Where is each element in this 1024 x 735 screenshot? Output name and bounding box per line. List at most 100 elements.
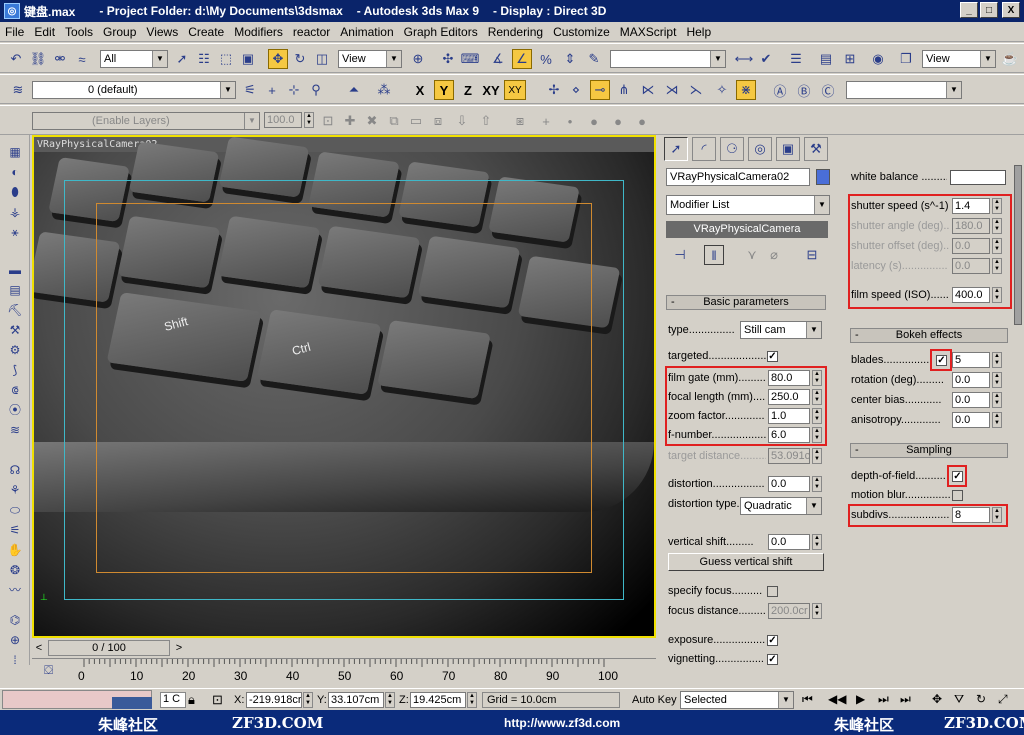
pivot-center-icon[interactable]: ⊕ <box>408 49 428 69</box>
utility-icon[interactable]: ⊕ <box>6 631 24 649</box>
current-layer-select[interactable]: 0 (default) ▼ <box>32 81 236 99</box>
select-rotate-icon[interactable]: ↻ <box>290 49 310 69</box>
create-tab-icon[interactable]: ➚ <box>664 137 688 161</box>
play-icon[interactable]: ▶ <box>856 692 865 706</box>
pan-icon[interactable]: ✥ <box>932 692 942 706</box>
layer-paste-icon[interactable]: ▭ <box>406 111 426 131</box>
bind-spacewarp-icon[interactable]: ≈ <box>72 49 92 69</box>
white-balance-swatch[interactable] <box>950 170 1006 185</box>
basic-parameters-rollout[interactable]: - Basic parameters <box>666 295 826 310</box>
maximize-viewport-icon[interactable]: ⤢ <box>998 692 1008 707</box>
quick-render-icon[interactable]: ☕ <box>1000 49 1020 69</box>
object-name-field[interactable]: VRayPhysicalCamera02 <box>666 168 810 186</box>
window-crossing-icon[interactable]: ▣ <box>238 49 258 69</box>
motion-tab-icon[interactable]: ◎ <box>748 137 772 161</box>
viewport-label[interactable]: VRayPhysicalCamera02 <box>34 137 654 152</box>
modify-tab-icon[interactable]: ◜ <box>692 137 716 161</box>
rotation-spinner[interactable]: ▲ ▼ <box>992 372 1002 388</box>
go-to-end-icon[interactable]: ⏭ <box>900 692 911 707</box>
axis-xy-button[interactable]: XY <box>480 80 502 100</box>
y-coord-spinner[interactable]: ▲ ▼ <box>385 692 395 708</box>
mirror-icon[interactable]: ⟷ <box>734 49 754 69</box>
curve-editor-icon[interactable]: ▤ <box>816 49 836 69</box>
create-box-icon[interactable]: ▦ <box>6 143 24 161</box>
x-coord-input[interactable]: -219.918cr <box>246 692 302 708</box>
align-icon[interactable]: ✔ <box>756 49 776 69</box>
z-coord-spinner[interactable]: ▲ ▼ <box>467 692 477 708</box>
bokeh-effects-rollout[interactable]: - Bokeh effects <box>850 328 1008 343</box>
snap-endpoint-icon[interactable]: ⊸ <box>590 80 610 100</box>
remove-modifier-icon[interactable]: ⌀ <box>764 245 784 265</box>
snap-midpoint-icon[interactable]: ⋔ <box>614 80 634 100</box>
misc-icon[interactable]: ⁞ <box>6 651 24 669</box>
material-editor-icon[interactable]: ◉ <box>868 49 888 69</box>
panel-scrollbar[interactable] <box>1014 165 1022 325</box>
select-scale-icon[interactable]: ◫ <box>312 49 332 69</box>
snap-vertex-icon[interactable]: ⋄ <box>566 80 586 100</box>
orbit-icon[interactable]: ↻ <box>976 692 986 706</box>
modifier-list-select[interactable]: Modifier List ▼ <box>666 195 830 215</box>
time-slider-prev-icon[interactable]: < <box>32 640 46 656</box>
guess-vertical-shift-button[interactable]: Guess vertical shift <box>668 553 824 571</box>
exposure-checkbox[interactable]: ✓ <box>767 635 778 646</box>
menu-rendering[interactable]: Rendering <box>483 25 548 39</box>
next-frame-icon[interactable]: ⏭ <box>878 692 889 707</box>
layer-save-icon[interactable]: ⇩ <box>452 111 472 131</box>
undo-icon[interactable]: ↶ <box>6 49 26 69</box>
menu-maxscript[interactable]: MAXScript <box>615 25 682 39</box>
axis-constraints-icon[interactable]: ⏶ <box>344 80 364 100</box>
distortion-input[interactable]: 0.0 <box>768 476 810 492</box>
menu-animation[interactable]: Animation <box>335 25 398 39</box>
menu-tools[interactable]: Tools <box>60 25 98 39</box>
create-cylinder-icon[interactable]: ⬮ <box>6 183 24 201</box>
make-unique-icon[interactable]: ⋎ <box>742 245 762 265</box>
nurbs-icon[interactable]: ☊ <box>6 461 24 479</box>
axis-z-button[interactable]: Z <box>458 80 478 100</box>
motion-blur-checkbox[interactable] <box>952 490 963 501</box>
axis-x-button[interactable]: X <box>410 80 430 100</box>
x-coord-spinner[interactable]: ▲ ▼ <box>303 692 313 708</box>
select-move-icon[interactable]: ✥ <box>268 49 288 69</box>
helper-icon[interactable]: ▬ <box>6 261 24 279</box>
display-icon[interactable]: ⌬ <box>6 611 24 629</box>
menu-help[interactable]: Help <box>681 25 716 39</box>
named-selection-select[interactable]: ▼ <box>610 50 726 68</box>
utilities-tab-icon[interactable]: ⚒ <box>804 137 828 161</box>
layer-copy-icon[interactable]: ⧉ <box>384 111 404 131</box>
dynamics-icon[interactable]: ⚙ <box>6 341 24 359</box>
target-distance-spinner[interactable]: ▲ ▼ <box>812 448 822 464</box>
time-slider-thumb[interactable]: 0 / 100 <box>48 640 170 656</box>
menu-customize[interactable]: Customize <box>548 25 615 39</box>
set-current-layer-icon[interactable]: ⚲ <box>306 80 326 100</box>
bones-icon[interactable]: ⚟ <box>6 521 24 539</box>
layer-collapse-icon[interactable]: ⧈ <box>428 111 448 131</box>
snap-3d-icon[interactable]: ∡ <box>488 49 508 69</box>
cloth-icon[interactable]: ⬭ <box>6 501 24 519</box>
create-light-icon[interactable]: ⚶ <box>6 203 24 221</box>
menu-create[interactable]: Create <box>183 25 229 39</box>
sampling-rollout[interactable]: - Sampling <box>850 443 1008 458</box>
wave-icon[interactable]: 〰 <box>6 581 24 599</box>
menu-graph-editors[interactable]: Graph Editors <box>399 25 483 39</box>
z-coord-input[interactable]: 19.425cm <box>410 692 466 708</box>
modifier-stack-item[interactable]: VRayPhysicalCamera <box>666 221 828 238</box>
menu-reactor[interactable]: reactor <box>288 25 335 39</box>
schematic-view-icon[interactable]: ⊞ <box>840 49 860 69</box>
layer-dot4-icon[interactable]: ● <box>632 111 652 131</box>
patch-icon[interactable]: ≋ <box>6 421 24 439</box>
angle-snap-icon[interactable]: ∠ <box>512 49 532 69</box>
layer-load-icon[interactable]: ⇧ <box>476 111 496 131</box>
bone-edit-icon[interactable]: Ⓑ <box>794 80 814 100</box>
key-filter-select[interactable]: Selected ▼ <box>680 691 794 709</box>
menu-group[interactable]: Group <box>98 25 141 39</box>
percent-snap-icon[interactable]: % <box>536 49 556 69</box>
field-of-view-icon[interactable]: ⛛ <box>954 692 964 707</box>
object-color-swatch[interactable] <box>816 169 830 185</box>
add-to-layer-icon[interactable]: + <box>262 80 282 100</box>
hierarchy-tab-icon[interactable]: ⚆ <box>720 137 744 161</box>
hair-icon[interactable]: ⚘ <box>6 481 24 499</box>
extended-icon[interactable]: ⟃ <box>6 381 24 399</box>
snap-grid-icon[interactable]: ✢ <box>544 80 564 100</box>
anisotropy-input[interactable]: 0.0 <box>952 412 990 428</box>
select-object-icon[interactable]: ➚ <box>172 49 192 69</box>
